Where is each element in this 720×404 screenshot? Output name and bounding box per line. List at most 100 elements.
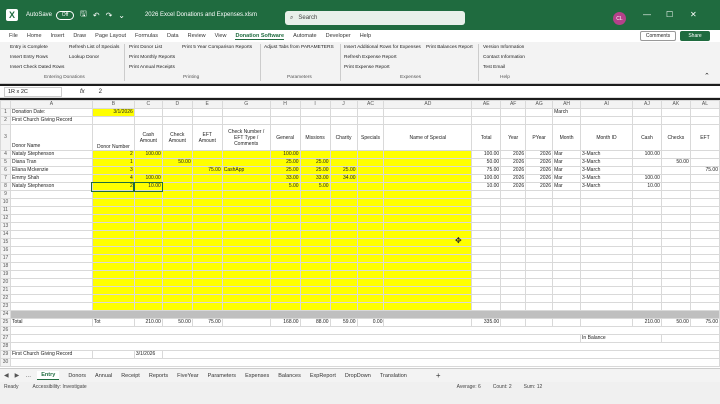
- contact-info-button[interactable]: Contact Information: [483, 55, 525, 60]
- cell[interactable]: [383, 254, 473, 263]
- cell[interactable]: [133, 262, 163, 271]
- cell[interactable]: [525, 108, 554, 117]
- cell[interactable]: [631, 116, 662, 125]
- row-header[interactable]: 25: [0, 318, 11, 327]
- customize-toolbar-icon[interactable]: ⌄: [118, 11, 125, 20]
- cell[interactable]: [500, 294, 527, 303]
- column-header[interactable]: E: [191, 100, 223, 109]
- cell[interactable]: [221, 294, 271, 303]
- cell[interactable]: [191, 254, 223, 263]
- row-header[interactable]: 8: [0, 182, 11, 191]
- cell[interactable]: [191, 286, 223, 295]
- header-cell[interactable]: Name of Special: [383, 124, 473, 151]
- cell[interactable]: [500, 254, 527, 263]
- cell[interactable]: [221, 190, 271, 199]
- next-sheet-icon[interactable]: ▶: [15, 372, 20, 379]
- cell[interactable]: [660, 198, 691, 207]
- cell[interactable]: [269, 230, 301, 239]
- undo-icon[interactable]: ↶: [93, 11, 100, 20]
- cell[interactable]: [161, 230, 193, 239]
- column-header[interactable]: AK: [660, 100, 691, 109]
- cell[interactable]: 2026: [525, 182, 554, 191]
- row-header[interactable]: 22: [0, 294, 11, 303]
- cell[interactable]: [161, 246, 193, 255]
- sheet-tab-fiveyear[interactable]: FiveYear: [177, 373, 199, 379]
- cell[interactable]: [191, 238, 223, 247]
- sheet-tab-entry[interactable]: Entry: [37, 371, 60, 380]
- cell[interactable]: [221, 214, 271, 223]
- cell[interactable]: [161, 350, 720, 359]
- cell[interactable]: [9, 278, 93, 287]
- cell[interactable]: [161, 294, 193, 303]
- tab-data[interactable]: Data: [167, 33, 179, 39]
- cell[interactable]: [9, 310, 720, 319]
- column-header[interactable]: AF: [500, 100, 527, 109]
- cell[interactable]: [133, 108, 163, 117]
- cell[interactable]: [689, 174, 720, 183]
- cell[interactable]: [221, 158, 271, 167]
- row-header[interactable]: 2: [0, 116, 11, 125]
- redo-icon[interactable]: ↷: [106, 11, 113, 20]
- cell[interactable]: [9, 286, 93, 295]
- cell[interactable]: [161, 190, 193, 199]
- cell[interactable]: [299, 294, 331, 303]
- cell[interactable]: 25.00: [299, 166, 331, 175]
- cell[interactable]: [525, 246, 554, 255]
- cell[interactable]: 168.00: [269, 318, 301, 327]
- cell[interactable]: [356, 190, 385, 199]
- select-all-corner[interactable]: [0, 100, 11, 109]
- cell[interactable]: [133, 246, 163, 255]
- cell[interactable]: 25.00: [269, 158, 301, 167]
- cell[interactable]: [356, 238, 385, 247]
- header-cell[interactable]: Donor Number: [91, 124, 135, 151]
- cell[interactable]: [631, 206, 662, 215]
- cell[interactable]: [500, 246, 527, 255]
- sheet-tab-balances[interactable]: Balances: [278, 373, 301, 379]
- cell[interactable]: [9, 270, 93, 279]
- header-cell[interactable]: Year: [500, 124, 527, 151]
- cell[interactable]: [689, 158, 720, 167]
- cell[interactable]: [91, 206, 135, 215]
- cell[interactable]: [356, 108, 385, 117]
- tab-page-layout[interactable]: Page Layout: [95, 33, 126, 39]
- cell[interactable]: [552, 246, 582, 255]
- refresh-specials-button[interactable]: Refresh List of Specials: [69, 45, 119, 50]
- cell[interactable]: [356, 286, 385, 295]
- cell[interactable]: [221, 246, 271, 255]
- cell[interactable]: 75.00: [689, 318, 720, 327]
- cell[interactable]: [329, 116, 358, 125]
- cell[interactable]: [500, 222, 527, 231]
- sheet-tab-translation[interactable]: Translation: [380, 373, 407, 379]
- cell[interactable]: [660, 238, 691, 247]
- cell[interactable]: [299, 150, 331, 159]
- add-sheet-icon[interactable]: +: [436, 371, 441, 380]
- cell[interactable]: [525, 116, 554, 125]
- cell[interactable]: Mar: [552, 158, 582, 167]
- cell[interactable]: 75.00: [689, 166, 720, 175]
- print-monthly-reports-button[interactable]: Print Monthly Reports: [129, 55, 175, 60]
- column-header[interactable]: B: [91, 100, 135, 109]
- cell[interactable]: [191, 108, 223, 117]
- cell[interactable]: [91, 270, 135, 279]
- sheet-tab-expreport[interactable]: ExpReport: [310, 373, 336, 379]
- cell[interactable]: 75.00: [191, 166, 223, 175]
- cell[interactable]: 3-March: [580, 182, 633, 191]
- cell[interactable]: [191, 158, 223, 167]
- cell[interactable]: [471, 270, 502, 279]
- cell[interactable]: [660, 278, 691, 287]
- cell[interactable]: [500, 238, 527, 247]
- cell[interactable]: [383, 190, 473, 199]
- cell[interactable]: [91, 294, 135, 303]
- cell[interactable]: [133, 254, 163, 263]
- header-cell[interactable]: Specials: [356, 124, 385, 151]
- cell[interactable]: [660, 116, 691, 125]
- cell[interactable]: [471, 116, 502, 125]
- row-header[interactable]: 20: [0, 278, 11, 287]
- cell[interactable]: [329, 294, 358, 303]
- cell[interactable]: [580, 270, 633, 279]
- cell[interactable]: 2026: [500, 166, 527, 175]
- row-header[interactable]: 30: [0, 358, 11, 367]
- cell[interactable]: [191, 190, 223, 199]
- cell[interactable]: [525, 294, 554, 303]
- cell[interactable]: [329, 108, 358, 117]
